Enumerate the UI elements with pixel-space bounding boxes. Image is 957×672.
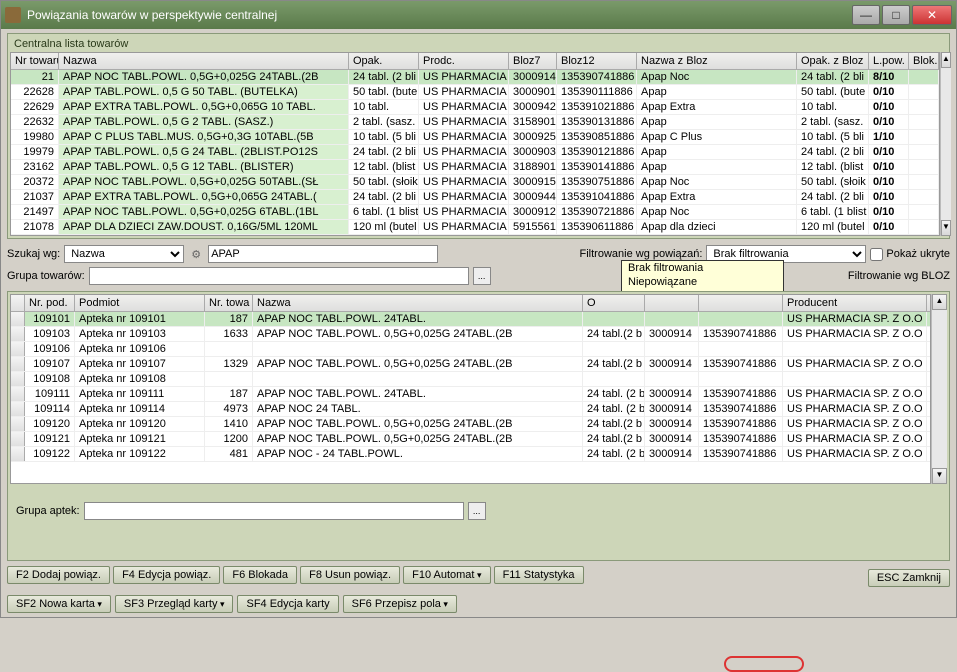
table-row[interactable]: 21078APAP DLA DZIECI ZAW.DOUST. 0,16G/5M… [11, 220, 939, 235]
group-input[interactable] [89, 267, 469, 285]
scroll-up-icon[interactable]: ▲ [932, 294, 947, 310]
sf2-button[interactable]: SF2 Nowa karta [7, 595, 111, 613]
column-header[interactable]: Nr. pod. [25, 295, 75, 311]
minimize-button[interactable]: — [852, 5, 880, 25]
search-row: Szukaj wg: Nazwa ⚙ Filtrowanie wg powiąz… [1, 243, 956, 265]
column-header[interactable]: Bloz12 [557, 53, 637, 69]
f6-button[interactable]: F6 Blokada [223, 566, 297, 584]
main-window: Powiązania towarów w perspektywie centra… [0, 0, 957, 618]
central-goods-grid[interactable]: Nr towaruNazwaOpak.Prodc.Bloz7Bloz12Nazw… [10, 52, 940, 236]
pharm-group-browse-button[interactable]: ... [468, 502, 486, 520]
column-header[interactable]: L.pow. [869, 53, 909, 69]
f10-button[interactable]: F10 Automat [403, 566, 490, 584]
table-row[interactable]: 109108Apteka nr 109108 [11, 372, 930, 387]
column-header[interactable]: Nazwa z Bloz [637, 53, 797, 69]
table-row[interactable]: 19979APAP TABL.POWL. 0,5 G 24 TABL. (2BL… [11, 145, 939, 160]
table-row[interactable]: 109122Apteka nr 109122481APAP NOC - 24 T… [11, 447, 930, 462]
app-icon [5, 7, 21, 23]
f8-button[interactable]: F8 Usun powiąz. [300, 566, 400, 584]
f2-button[interactable]: F2 Dodaj powiąz. [7, 566, 110, 584]
button-bar-2: SF2 Nowa kartaSF3 Przegląd kartySF4 Edyc… [1, 591, 956, 617]
scroll-down-icon[interactable]: ▼ [932, 468, 947, 484]
table-row[interactable]: 21497APAP NOC TABL.POWL. 0,5G+0,025G 6TA… [11, 205, 939, 220]
column-header[interactable]: Nr towaru [11, 53, 59, 69]
table-row[interactable]: 19980APAP C PLUS TABL.MUS. 0,5G+0,3G 10T… [11, 130, 939, 145]
maximize-button[interactable]: □ [882, 5, 910, 25]
table-row[interactable]: 22628APAP TABL.POWL. 0,5 G 50 TABL. (BUT… [11, 85, 939, 100]
table-row[interactable]: 109103Apteka nr 1091031633APAP NOC TABL.… [11, 327, 930, 342]
column-header[interactable]: Prodc. [419, 53, 509, 69]
button-bar-1: F2 Dodaj powiąz. F4 Edycja powiąz. F6 Bl… [1, 565, 956, 591]
column-header[interactable]: Opak. z Bloz [797, 53, 869, 69]
f4-button[interactable]: F4 Edycja powiąz. [113, 566, 220, 584]
sf6-button[interactable]: SF6 Przepisz pola [343, 595, 457, 613]
show-hidden-label: Pokaż ukryte [886, 248, 950, 260]
table-row[interactable]: 21037APAP EXTRA TABL.POWL. 0,5G+0,065G 2… [11, 190, 939, 205]
esc-close-button[interactable]: ESC Zamknij [868, 569, 950, 587]
table-row[interactable]: 22629APAP EXTRA TABL.POWL. 0,5G+0,065G 1… [11, 100, 939, 115]
group-label: Grupa towarów: [7, 270, 85, 282]
gear-icon[interactable]: ⚙ [188, 246, 204, 262]
scroll-down-icon[interactable]: ▼ [941, 220, 951, 236]
f11-button[interactable]: F11 Statystyka [494, 566, 584, 584]
table-row[interactable]: 109107Apteka nr 1091071329APAP NOC TABL.… [11, 357, 930, 372]
table-row[interactable]: 22632APAP TABL.POWL. 0,5 G 2 TABL. (SASZ… [11, 115, 939, 130]
close-button[interactable]: ✕ [912, 5, 952, 25]
titlebar: Powiązania towarów w perspektywie centra… [1, 1, 956, 29]
window-title: Powiązania towarów w perspektywie centra… [27, 8, 852, 22]
pharm-group-label: Grupa aptek: [16, 505, 80, 517]
table-row[interactable]: 109111Apteka nr 109111187APAP NOC TABL.P… [11, 387, 930, 402]
column-header[interactable]: Opak. [349, 53, 419, 69]
grid2-scrollbar[interactable]: ▲ ▼ [931, 294, 947, 484]
filter-option[interactable]: Niepowiązane [622, 275, 783, 289]
annotation-oval [724, 656, 804, 672]
sf4-button[interactable]: SF4 Edycja karty [237, 595, 338, 613]
show-hidden-checkbox[interactable] [870, 248, 883, 261]
column-header[interactable] [699, 295, 783, 311]
table-row[interactable]: 109121Apteka nr 1091211200APAP NOC TABL.… [11, 432, 930, 447]
pharm-group-input[interactable] [84, 502, 464, 520]
search-label: Szukaj wg: [7, 248, 60, 260]
table-row[interactable]: 109101Apteka nr 109101187APAP NOC TABL.P… [11, 312, 930, 327]
grid1-scrollbar[interactable]: ▲ ▼ [940, 52, 951, 236]
column-header[interactable] [645, 295, 699, 311]
group-browse-button[interactable]: ... [473, 267, 491, 285]
table-row[interactable]: 20372APAP NOC TABL.POWL. 0,5G+0,025G 50T… [11, 175, 939, 190]
filter-label: Filtrowanie wg powiązań: [580, 248, 703, 260]
table-row[interactable]: 21APAP NOC TABL.POWL. 0,5G+0,025G 24TABL… [11, 70, 939, 85]
column-header[interactable]: Nr. towa [205, 295, 253, 311]
column-header[interactable]: Bloz7 [509, 53, 557, 69]
table-row[interactable]: 23162APAP TABL.POWL. 0,5 G 12 TABL. (BLI… [11, 160, 939, 175]
filter-option[interactable]: Brak filtrowania [622, 261, 783, 275]
table-row[interactable]: 109120Apteka nr 1091201410APAP NOC TABL.… [11, 417, 930, 432]
sf3-button[interactable]: SF3 Przegląd karty [115, 595, 234, 613]
column-header[interactable]: Blok. [909, 53, 939, 69]
group-row: Grupa towarów: ... Filtrowanie wg BLOZ [1, 265, 956, 287]
search-input[interactable] [208, 245, 438, 263]
scroll-up-icon[interactable]: ▲ [941, 52, 951, 68]
entities-grid[interactable]: Nr. pod.PodmiotNr. towaNazwaO Producent 1… [10, 294, 931, 484]
search-field-select[interactable]: Nazwa [64, 245, 184, 263]
bottom-panel: Nr. pod.PodmiotNr. towaNazwaO Producent 1… [7, 291, 950, 561]
top-panel: Centralna lista towarów Nr towaruNazwaOp… [7, 33, 950, 239]
top-panel-title: Centralna lista towarów [10, 36, 947, 52]
table-row[interactable]: 109106Apteka nr 109106 [11, 342, 930, 357]
column-header[interactable]: Nazwa [253, 295, 583, 311]
column-header[interactable]: O [583, 295, 645, 311]
filter-bloz-label: Filtrowanie wg BLOZ [848, 270, 950, 282]
pharm-group-row: Grupa aptek: ... [10, 500, 947, 522]
table-row[interactable]: 109114Apteka nr 1091144973APAP NOC 24 TA… [11, 402, 930, 417]
column-header[interactable]: Producent [783, 295, 927, 311]
column-header[interactable]: Nazwa [59, 53, 349, 69]
column-header[interactable]: Podmiot [75, 295, 205, 311]
